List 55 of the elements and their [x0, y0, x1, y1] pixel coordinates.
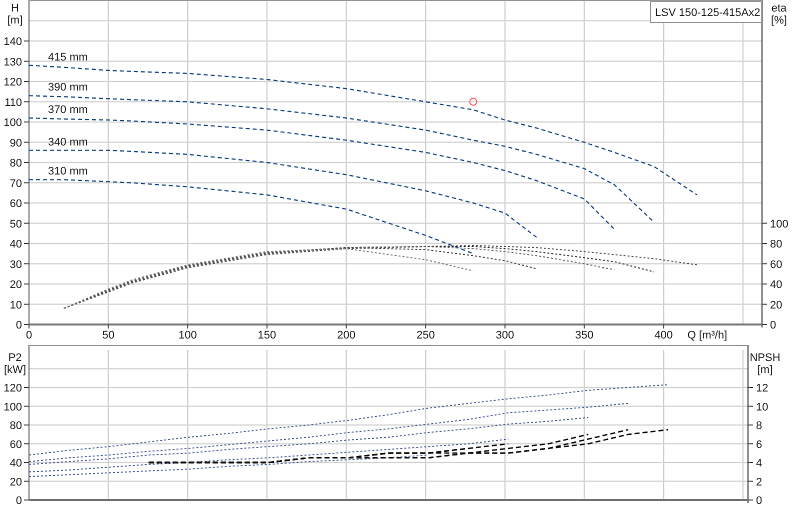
axis-tick-label: 70: [10, 178, 22, 190]
axis-tick-label: 4: [756, 458, 762, 470]
curve-label: 415 mm: [48, 51, 88, 64]
axis-tick-label: 100: [770, 218, 788, 230]
axis-tick-label: 80: [10, 158, 22, 170]
axis-title: P2 [kW]: [4, 352, 26, 376]
curve-label: 340 mm: [48, 136, 88, 148]
axis-tick-label: 200: [337, 330, 356, 342]
axis-tick-label: 20: [770, 299, 782, 312]
axis-tick-label: 20: [10, 476, 22, 488]
axis-tick-label: 0: [770, 320, 776, 332]
axis-tick-label: 100: [178, 330, 197, 342]
axis-tick-label: 50: [10, 218, 22, 230]
axis-tick-label: 12: [756, 382, 768, 394]
axis-title: eta [%]: [771, 2, 787, 26]
model-label: LSV 150-125-415Ax2: [650, 1, 762, 23]
axis-tick-label: 60: [10, 438, 22, 451]
axis-tick-label: 60: [10, 198, 22, 210]
axis-tick-label: 80: [10, 420, 22, 432]
axis-tick-label: 0: [16, 495, 22, 507]
axis-tick-label: 8: [756, 420, 762, 432]
axis-tick-label: 150: [258, 330, 276, 342]
axis-tick-label: 350: [575, 330, 594, 342]
axis-title: H [m]: [7, 2, 23, 26]
axis-tick-label: 60: [770, 258, 782, 271]
axis-tick-label: 6: [756, 438, 762, 451]
axis-tick-label: 250: [416, 330, 435, 342]
curve-label: 390 mm: [48, 82, 88, 94]
axis-tick-label: 10: [10, 299, 22, 312]
axis-tick-label: 300: [496, 330, 514, 342]
axis-tick-label: 0: [26, 330, 32, 342]
axis-tick-label: 120: [4, 76, 22, 88]
axis-tick-label: 80: [770, 238, 782, 250]
axis-tick-label: 90: [10, 137, 22, 150]
axis-tick-label: 10: [756, 401, 768, 414]
axis-tick-label: 100: [4, 401, 22, 414]
axis-tick-label: 140: [4, 36, 22, 48]
axis-tick-label: 30: [10, 258, 22, 271]
axis-title: NPSH [m]: [750, 352, 780, 376]
axis-tick-label: 40: [10, 238, 22, 250]
curve-label: 310 mm: [48, 166, 88, 178]
axis-tick-label: 50: [102, 330, 114, 342]
axis-tick-label: 0: [756, 495, 762, 507]
axis-tick-label: 20: [10, 279, 22, 291]
axis-tick-label: 0: [16, 320, 22, 332]
axis-title: Q [m³/h]: [687, 330, 728, 342]
axis-tick-label: 100: [4, 117, 22, 129]
axis-tick-label: 400: [654, 330, 673, 342]
curve-label: 370 mm: [48, 104, 88, 116]
axis-tick-label: 2: [756, 476, 762, 488]
axis-tick-label: 40: [10, 458, 22, 470]
axis-tick-label: 40: [770, 279, 782, 291]
axis-tick-label: 110: [4, 96, 22, 109]
axis-tick-label: 130: [4, 56, 22, 68]
axis-tick-label: 120: [4, 382, 22, 394]
